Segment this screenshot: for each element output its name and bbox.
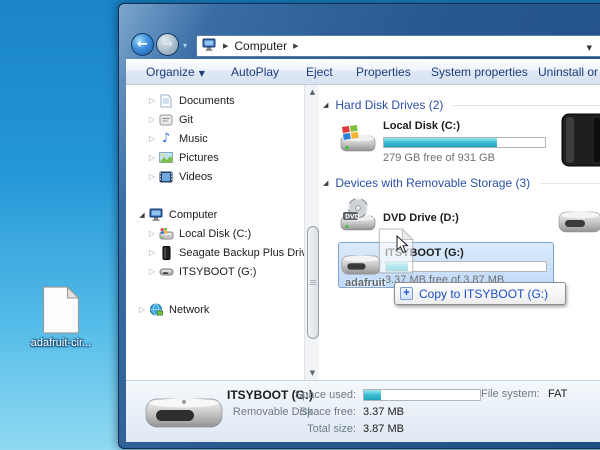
expand-arrow-icon[interactable]: ▷	[146, 267, 158, 276]
local-disk-icon	[158, 227, 174, 241]
space-used-bar-fill	[364, 390, 381, 400]
sidebar-item-network[interactable]: ▷ Network	[126, 300, 304, 319]
sidebar-item-music[interactable]: ▷ ♪ Music	[126, 129, 304, 148]
back-button[interactable]: ←	[131, 33, 154, 56]
computer-icon	[148, 208, 164, 222]
desktop: adafruit-cir... ← → ▾ ▶ Computer ▶	[0, 0, 600, 450]
folder-view: ◢ Hard Disk Drives (2)	[319, 85, 600, 380]
file-system-value: FAT	[548, 388, 567, 400]
documents-icon	[158, 94, 174, 108]
group-collapse-icon[interactable]: ◢	[323, 101, 328, 109]
scroll-up-icon[interactable]: ▲	[306, 85, 319, 99]
total-size-value: 3.87 MB	[363, 423, 404, 435]
expand-arrow-icon[interactable]: ▷	[146, 172, 158, 181]
removable-drive-icon	[158, 265, 174, 279]
explorer-window: ← → ▾ ▶ Computer ▶ ▼ Organiz	[118, 3, 600, 449]
desktop-file-label: adafruit-cir...	[22, 337, 100, 349]
group-collapse-icon[interactable]: ◢	[323, 179, 328, 187]
details-pane: ITSYBOOT (G:) Removable Disk Space used:…	[126, 380, 600, 442]
space-used-bar	[363, 389, 481, 401]
drive-name: DVD Drive (D:)	[383, 212, 459, 224]
breadcrumb-arrow-icon[interactable]: ▶	[293, 42, 298, 50]
mouse-cursor-icon	[396, 235, 409, 259]
properties-button[interactable]: Properties	[356, 59, 411, 85]
space-used-label: Space used:	[256, 389, 356, 401]
dvd-drive-icon: DVD	[338, 196, 378, 243]
sidebar-item-documents[interactable]: ▷ Documents	[126, 91, 304, 110]
expand-arrow-icon[interactable]: ▷	[146, 248, 158, 257]
document-icon	[22, 286, 100, 334]
drive-free-space: 279 GB free of 931 GB	[383, 152, 495, 164]
sidebar-item-git[interactable]: ▷ Git	[126, 110, 304, 129]
removable-drive-icon[interactable]	[557, 204, 600, 247]
expand-arrow-icon[interactable]: ▷	[146, 229, 158, 238]
expand-arrow-icon[interactable]: ▷	[146, 115, 158, 124]
external-drive-icon	[158, 246, 174, 260]
sidebar-item-local-disk-c[interactable]: ▷ Local Disk (C:)	[126, 224, 304, 243]
autoplay-button[interactable]: AutoPlay	[231, 59, 279, 85]
videos-icon	[158, 170, 174, 184]
organize-button[interactable]: Organize▼	[146, 59, 205, 85]
expand-arrow-icon[interactable]: ▷	[146, 96, 158, 105]
pictures-icon	[158, 151, 174, 165]
expand-arrow-icon[interactable]: ▷	[146, 134, 158, 143]
external-drive-icon[interactable]	[554, 112, 600, 173]
drive-name: Local Disk (C:)	[383, 120, 460, 132]
capacity-bar	[383, 137, 546, 148]
plus-icon: +	[400, 287, 413, 300]
sidebar-item-computer[interactable]: ◢ Computer	[126, 205, 304, 224]
address-bar[interactable]: ▶ Computer ▶ ▼	[196, 35, 600, 57]
eject-button[interactable]: Eject	[306, 59, 333, 85]
scroll-down-icon[interactable]: ▼	[306, 366, 319, 380]
uninstall-button[interactable]: Uninstall or ch	[538, 59, 600, 85]
address-dropdown-icon[interactable]: ▼	[587, 44, 592, 52]
scrollbar-thumb[interactable]	[307, 226, 319, 339]
space-free-value: 3.37 MB	[363, 406, 404, 418]
sidebar-item-videos[interactable]: ▷ Videos	[126, 167, 304, 186]
breadcrumb-computer[interactable]: Computer	[234, 39, 287, 53]
file-system-label: File system:	[481, 388, 540, 400]
forward-button[interactable]: →	[156, 33, 179, 56]
navigation-pane: ▷ Documents ▷ Git ▷ ♪ Music ▷ Pictures ▷	[126, 85, 304, 380]
computer-icon	[202, 38, 217, 54]
capacity-bar-fill	[384, 138, 497, 147]
sidebar-scrollbar[interactable]: ▲ ▼	[304, 85, 319, 380]
copy-tooltip-text: Copy to ITSYBOOT (G:)	[419, 287, 548, 301]
git-folder-icon	[158, 113, 174, 127]
space-free-label: Space free:	[256, 406, 356, 418]
hard-drive-icon	[338, 122, 378, 167]
sidebar-item-seagate-drive[interactable]: ▷ Seagate Backup Plus Drive	[126, 243, 304, 262]
expand-arrow-icon[interactable]: ▷	[136, 305, 148, 314]
navigation-bar: ← → ▾ ▶ Computer ▶ ▼	[119, 4, 600, 59]
sidebar-item-itsyboot[interactable]: ▷ ITSYBOOT (G:)	[126, 262, 304, 281]
system-properties-button[interactable]: System properties	[431, 59, 528, 85]
sidebar-item-pictures[interactable]: ▷ Pictures	[126, 148, 304, 167]
group-header-hard-disks[interactable]: ◢ Hard Disk Drives (2)	[323, 98, 600, 112]
desktop-file-adafruit[interactable]: adafruit-cir...	[22, 286, 100, 349]
copy-tooltip: + Copy to ITSYBOOT (G:)	[394, 282, 566, 305]
svg-text:DVD: DVD	[345, 214, 360, 221]
network-icon	[148, 303, 164, 317]
breadcrumb-arrow-icon: ▶	[223, 42, 228, 50]
chevron-down-icon: ▼	[199, 69, 205, 78]
collapse-arrow-icon[interactable]: ◢	[136, 211, 148, 219]
command-toolbar: Organize▼ AutoPlay Eject Properties Syst…	[126, 59, 600, 85]
recent-pages-chevron-icon[interactable]: ▾	[183, 41, 187, 50]
total-size-label: Total size:	[256, 423, 356, 435]
expand-arrow-icon[interactable]: ▷	[146, 153, 158, 162]
music-note-icon: ♪	[158, 132, 174, 146]
group-header-removable[interactable]: ◢ Devices with Removable Storage (3)	[323, 176, 600, 190]
